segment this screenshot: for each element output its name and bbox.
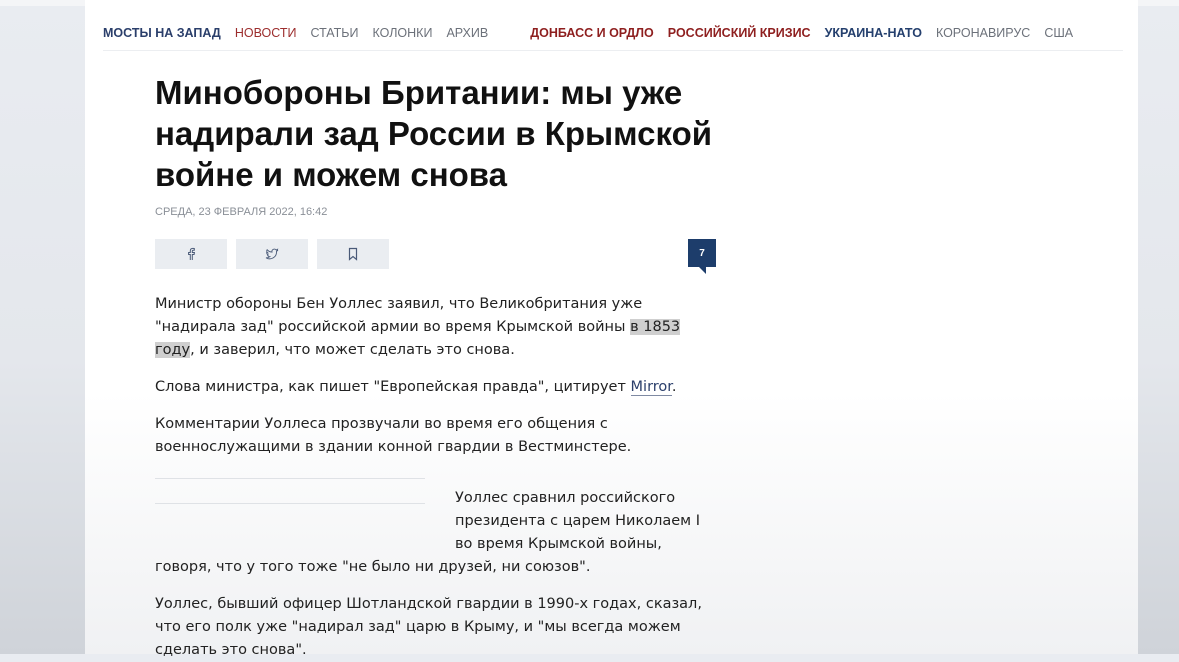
nav-item-articles[interactable]: СТАТЬИ xyxy=(310,26,358,40)
nav-item-archive[interactable]: АРХИВ xyxy=(446,26,488,40)
article-date: СРЕДА, 23 ФЕВРАЛЯ 2022, 16:42 xyxy=(155,206,328,218)
nav-topic-donbass[interactable]: ДОНБАСС И ОРДЛО xyxy=(530,26,654,40)
article-paragraph-1: Министр обороны Бен Уоллес заявил, что В… xyxy=(155,293,695,362)
comments-count-badge[interactable]: 7 xyxy=(688,239,716,274)
top-navigation: МОСТЫ НА ЗАПАД НОВОСТИ СТАТЬИ КОЛОНКИ АР… xyxy=(103,16,1123,51)
page-container: МОСТЫ НА ЗАПАД НОВОСТИ СТАТЬИ КОЛОНКИ АР… xyxy=(85,0,1138,658)
article-paragraph-4-cont: говоря, что у того тоже "не было ни друз… xyxy=(155,559,591,575)
bookmark-button[interactable] xyxy=(317,239,389,269)
embed-divider-top xyxy=(155,478,425,479)
nav-topic-coronavirus[interactable]: КОРОНАВИРУС xyxy=(936,26,1030,40)
share-facebook-button[interactable] xyxy=(155,239,227,269)
nav-topic-russian-crisis[interactable]: РОССИЙСКИЙ КРИЗИС xyxy=(668,26,811,40)
paragraph-text: . xyxy=(671,379,677,395)
article-paragraph-2: Слова министра, как пишет "Европейская п… xyxy=(155,376,715,399)
twitter-icon xyxy=(265,248,279,260)
nav-brand[interactable]: МОСТЫ НА ЗАПАД xyxy=(103,26,221,40)
nav-item-columns[interactable]: КОЛОНКИ xyxy=(372,26,432,40)
embed-divider-bottom xyxy=(155,503,425,504)
paragraph-text: Министр обороны Бен Уоллес заявил, что В… xyxy=(155,296,643,335)
article-title: Минобороны Британии: мы уже надирали зад… xyxy=(155,74,713,193)
mirror-link[interactable]: Mirror xyxy=(630,379,672,396)
paragraph-text: , и заверил, что может сделать это снова… xyxy=(190,342,515,358)
article-paragraph-5: Уоллес, бывший офицер Шотландской гварди… xyxy=(155,596,702,658)
article-paragraph-3: Комментарии Уоллеса прозвучали во время … xyxy=(155,416,632,455)
nav-topic-ukraine-nato[interactable]: УКРАИНА-НАТО xyxy=(825,26,922,40)
paragraph-text: Слова министра, как пишет "Европейская п… xyxy=(155,379,631,395)
facebook-icon xyxy=(188,247,195,260)
nav-topic-usa[interactable]: США xyxy=(1044,26,1073,40)
nav-item-news[interactable]: НОВОСТИ xyxy=(235,26,297,40)
bookmark-icon xyxy=(348,247,358,261)
article-paragraph-4-wrap: Уоллес сравнил российского президента с … xyxy=(455,490,700,552)
share-twitter-button[interactable] xyxy=(236,239,308,269)
